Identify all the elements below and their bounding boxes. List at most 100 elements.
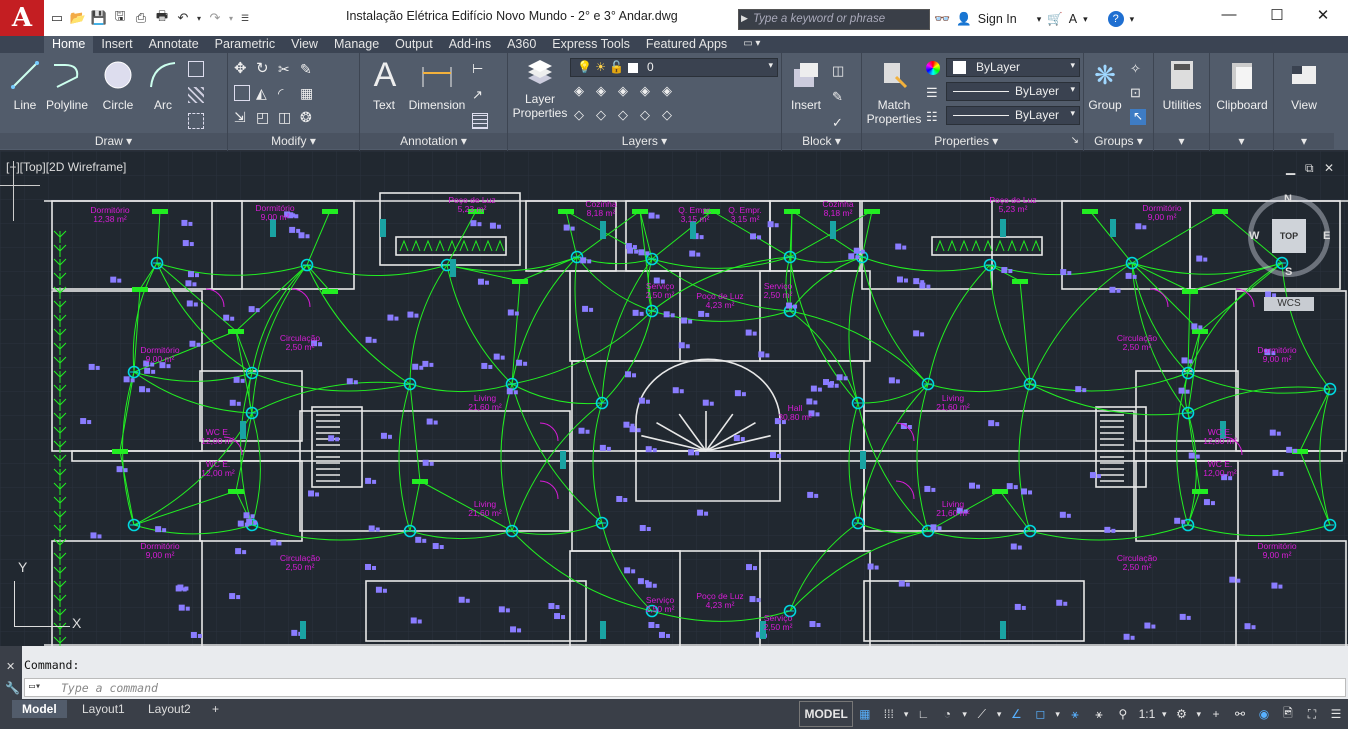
- array-icon[interactable]: ▦: [300, 85, 316, 101]
- viewport-minimize-icon[interactable]: ▁: [1286, 161, 1295, 175]
- annotation-scale-value[interactable]: 1:1: [1135, 701, 1159, 727]
- layer-tool-1-icon[interactable]: ◈: [574, 83, 590, 99]
- insert-button[interactable]: Insert: [786, 58, 826, 112]
- polar-icon[interactable]: ◔: [935, 701, 959, 727]
- linear-dim-icon[interactable]: ⊢: [472, 61, 488, 77]
- create-block-icon[interactable]: ◫: [832, 63, 848, 79]
- new-icon[interactable]: ▭: [48, 9, 66, 27]
- tab-parametric[interactable]: Parametric: [207, 36, 283, 53]
- color-dropdown[interactable]: ByLayer ▾: [946, 58, 1080, 77]
- tab-annotate[interactable]: Annotate: [141, 36, 207, 53]
- layer-tool-8-icon[interactable]: ◇: [618, 107, 634, 123]
- tab-model[interactable]: Model: [12, 700, 67, 718]
- arc-button[interactable]: Arc: [146, 58, 180, 112]
- layer-properties-button[interactable]: Layer Properties: [512, 58, 568, 120]
- minimize-button[interactable]: —: [1214, 6, 1244, 23]
- drawing-viewport[interactable]: Dormitório 12,38 m² Dormitório 9,00 m² Poço …: [0, 151, 1348, 646]
- tab-home[interactable]: Home: [44, 36, 94, 53]
- group-selection-icon[interactable]: ↖: [1130, 109, 1146, 125]
- command-prompt-icon[interactable]: ▭▾: [29, 681, 41, 692]
- properties-panel-title[interactable]: Properties ▾ ↘: [862, 133, 1083, 149]
- polar-dropdown-icon[interactable]: ▾: [959, 701, 970, 727]
- clean-screen-icon[interactable]: ⛶: [1300, 701, 1324, 727]
- viewport-close-icon[interactable]: ✕: [1324, 161, 1334, 175]
- tab-output[interactable]: Output: [387, 36, 441, 53]
- help-menu-icon[interactable]: ▾: [1130, 14, 1135, 25]
- table-icon[interactable]: [472, 113, 488, 129]
- fillet-icon[interactable]: ◜: [278, 85, 294, 101]
- layer-tool-7-icon[interactable]: ◇: [596, 107, 612, 123]
- workspace-gear-icon[interactable]: ⚙: [1169, 701, 1193, 727]
- print-icon[interactable]: 🖶: [153, 8, 171, 27]
- tab-featured-apps[interactable]: Featured Apps: [638, 36, 735, 53]
- clipboard-dropdown[interactable]: ▾: [1210, 133, 1273, 149]
- lock-ui-icon[interactable]: 🖻: [1276, 701, 1300, 727]
- annotation-panel-title[interactable]: Annotation ▾: [360, 133, 507, 149]
- layer-tool-5-icon[interactable]: ◈: [662, 83, 678, 99]
- help-dropdown-icon[interactable]: ▾: [1083, 14, 1088, 25]
- leader-icon[interactable]: ↗: [472, 87, 488, 103]
- tab-layout1[interactable]: Layout1: [72, 700, 135, 718]
- explode-icon[interactable]: ❂: [300, 109, 316, 125]
- close-command-icon[interactable]: ✕: [6, 660, 15, 673]
- undo-dropdown-icon[interactable]: ▾: [195, 9, 203, 27]
- maximize-button[interactable]: ☐: [1262, 6, 1292, 24]
- erase-icon[interactable]: ✎: [300, 61, 316, 77]
- tab-express-tools[interactable]: Express Tools: [544, 36, 638, 53]
- isodraft-dropdown-icon[interactable]: ▾: [994, 701, 1005, 727]
- undo-icon[interactable]: ↶: [174, 9, 192, 27]
- groups-panel-title[interactable]: Groups ▾: [1084, 133, 1153, 149]
- redo-dropdown-icon[interactable]: ▾: [227, 9, 235, 27]
- polyline-button[interactable]: Polyline: [44, 58, 90, 112]
- rectangle-icon[interactable]: [188, 61, 204, 77]
- snap-dropdown-icon[interactable]: ▾: [901, 701, 912, 727]
- viewcube-south[interactable]: S: [1285, 266, 1292, 278]
- layer-tool-2-icon[interactable]: ◈: [596, 83, 612, 99]
- trim-icon[interactable]: ✂: [278, 61, 294, 77]
- quick-properties-icon[interactable]: ◉: [1252, 701, 1276, 727]
- layer-dropdown[interactable]: 💡 ☀ 🔓 0 ▾: [570, 58, 778, 77]
- tab-a360[interactable]: A360: [499, 36, 544, 53]
- redo-icon[interactable]: ↷: [206, 9, 224, 27]
- auto-scale-icon[interactable]: ⚹: [1087, 701, 1111, 727]
- ortho-icon[interactable]: ∟: [911, 701, 935, 727]
- group-edit-icon[interactable]: ⊡: [1130, 85, 1146, 101]
- floor-plan-drawing[interactable]: Dormitório12,38 m²Dormitório9,00 m²Poço …: [0, 151, 1348, 646]
- ungroup-icon[interactable]: ✧: [1130, 61, 1146, 77]
- lineweight-dropdown[interactable]: ByLayer ▾: [946, 106, 1080, 125]
- layer-tool-6-icon[interactable]: ◇: [574, 107, 590, 123]
- units-icon[interactable]: ⚯: [1228, 701, 1252, 727]
- move-icon[interactable]: ✥: [234, 61, 250, 77]
- layer-tool-4-icon[interactable]: ◈: [640, 83, 656, 99]
- viewcube-east[interactable]: E: [1323, 230, 1330, 242]
- viewcube-west[interactable]: W: [1249, 230, 1259, 242]
- tab-view[interactable]: View: [283, 36, 326, 53]
- edit-attributes-icon[interactable]: ✓: [832, 115, 848, 131]
- user-icon[interactable]: 👤: [956, 12, 972, 27]
- save-icon[interactable]: 💾: [90, 9, 108, 27]
- customize-command-icon[interactable]: 🔧: [5, 681, 20, 695]
- exchange-apps-icon[interactable]: A: [1069, 12, 1077, 26]
- tab-manage[interactable]: Manage: [326, 36, 387, 53]
- close-button[interactable]: ✕: [1308, 6, 1338, 24]
- annotation-monitor-icon[interactable]: +: [1204, 701, 1228, 727]
- grid-icon[interactable]: ▦: [853, 701, 877, 727]
- save-as-icon[interactable]: 🖫: [111, 8, 129, 27]
- viewcube-north[interactable]: N: [1284, 193, 1292, 205]
- viewcube[interactable]: N S E W TOP: [1248, 193, 1330, 278]
- view-panel[interactable]: View ▾: [1274, 53, 1334, 151]
- customization-icon[interactable]: ☰: [1324, 701, 1348, 727]
- plot-icon[interactable]: ⎙: [132, 9, 150, 27]
- help-icon[interactable]: ?: [1107, 11, 1124, 27]
- application-menu-button[interactable]: A: [0, 0, 44, 36]
- dimension-button[interactable]: Dimension: [406, 58, 468, 112]
- line-button[interactable]: Line: [8, 58, 42, 112]
- wcs-menu[interactable]: WCS: [1264, 297, 1314, 311]
- edit-block-icon[interactable]: ✎: [832, 89, 848, 105]
- text-button[interactable]: A Text: [368, 56, 400, 113]
- utilities-panel[interactable]: Utilities ▾: [1154, 53, 1210, 151]
- modify-panel-title[interactable]: Modify ▾: [228, 133, 359, 149]
- copy-icon[interactable]: [234, 85, 250, 101]
- group-button[interactable]: ❋ Group: [1086, 58, 1124, 113]
- hatch-icon[interactable]: [188, 87, 204, 103]
